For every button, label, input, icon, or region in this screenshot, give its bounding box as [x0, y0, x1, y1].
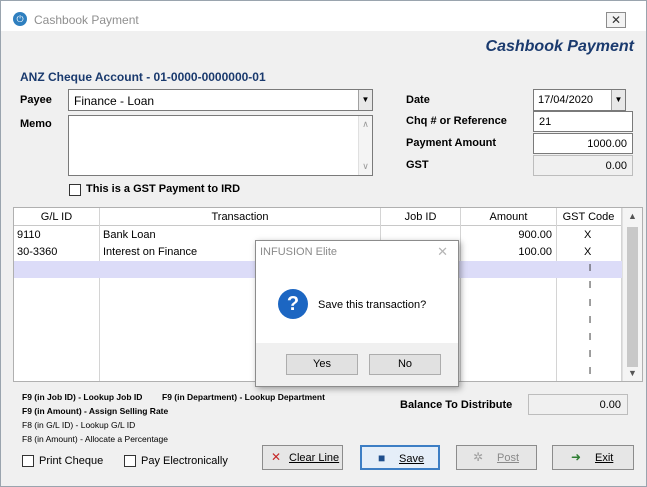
confirm-dialog: INFUSION Elite ✕ ? Save this transaction…	[255, 240, 459, 387]
no-button[interactable]: No	[369, 354, 441, 375]
gst-code-marker: I	[588, 332, 592, 343]
memo-field[interactable]: ∧ ∨	[68, 115, 373, 176]
scrollbar-thumb[interactable]	[627, 227, 638, 367]
floppy-disk-icon: ■	[378, 451, 386, 465]
memo-label: Memo	[20, 118, 52, 130]
cashbook-payment-window: ⏻ Cashbook Payment ✕ Cashbook Payment AN…	[0, 0, 647, 487]
chq-value: 21	[539, 116, 552, 128]
transaction-cell[interactable]: Interest on Finance	[103, 246, 197, 258]
yes-button[interactable]: Yes	[286, 354, 358, 375]
date-picker[interactable]: 17/04/2020 ▼	[533, 89, 626, 111]
print-cheque-label: Print Cheque	[39, 455, 104, 467]
payment-amount-field[interactable]: 1000.00	[533, 133, 633, 154]
balance-label: Balance To Distribute	[400, 399, 513, 411]
title-bar: ⏻ Cashbook Payment ✕	[1, 1, 646, 31]
amount-cell[interactable]: 100.00	[518, 246, 552, 258]
column-header-job-id[interactable]: Job ID	[381, 211, 460, 223]
payee-value: Finance - Loan	[74, 94, 155, 108]
chevron-up-icon[interactable]: ▲	[623, 211, 642, 221]
gl-id-cell[interactable]: 30-3360	[17, 246, 57, 258]
gst-payment-label: This is a GST Payment to IRD	[86, 183, 241, 195]
hint-department: F9 (in Department) - Lookup Department	[162, 392, 325, 402]
close-icon[interactable]: ✕	[437, 244, 448, 260]
gst-code-marker: I	[588, 280, 592, 291]
gst-code-marker: I	[588, 366, 592, 377]
grid-scrollbar[interactable]: ▲ ▼	[622, 208, 642, 381]
grid-header: G/L ID Transaction Job ID Amount GST Cod…	[14, 208, 622, 226]
gst-code-marker: I	[588, 263, 592, 274]
gst-code-cell[interactable]: X	[584, 246, 591, 258]
hint-amount-rate: F9 (in Amount) - Assign Selling Rate	[22, 406, 169, 416]
chevron-down-icon[interactable]: ▼	[358, 90, 372, 110]
chq-reference-field[interactable]: 21	[533, 111, 633, 132]
exit-door-icon: ➜	[571, 450, 582, 464]
balance-value: 0.00	[599, 399, 621, 411]
gst-code-cell[interactable]: X	[584, 229, 591, 241]
exit-button[interactable]: ➜ Exit	[552, 445, 634, 470]
power-icon: ⏻	[13, 12, 27, 26]
hint-amount-percentage: F8 (in Amount) - Allocate a Percentage	[22, 434, 168, 444]
exit-label: Exit	[595, 452, 614, 464]
gear-icon: ✲	[473, 450, 484, 464]
payment-amount-value: 1000.00	[587, 138, 627, 150]
gst-value: 0.00	[605, 160, 627, 172]
gst-code-marker: I	[588, 315, 592, 326]
pay-electronically-checkbox[interactable]	[124, 455, 136, 467]
dialog-message: Save this transaction?	[318, 299, 427, 311]
chevron-down-icon[interactable]: ▼	[623, 368, 642, 378]
column-header-amount[interactable]: Amount	[461, 211, 556, 223]
clear-line-label: Clear Line	[289, 452, 340, 464]
account-title: ANZ Cheque Account - 01-0000-0000000-01	[20, 70, 266, 84]
gst-payment-checkbox[interactable]	[69, 184, 81, 196]
gl-id-cell[interactable]: 9110	[17, 229, 41, 241]
hint-job-id: F9 (in Job ID) - Lookup Job ID	[22, 392, 143, 402]
question-icon: ?	[278, 289, 308, 319]
column-header-transaction[interactable]: Transaction	[100, 211, 380, 223]
hint-gl-id: F8 (in G/L ID) - Lookup G/L ID	[22, 420, 136, 430]
date-value: 17/04/2020	[538, 94, 594, 106]
transaction-cell[interactable]: Bank Loan	[103, 229, 156, 241]
payee-combo[interactable]: Finance - Loan ▼	[68, 89, 373, 111]
date-label: Date	[406, 94, 430, 106]
page-title: Cashbook Payment	[485, 38, 634, 55]
chevron-down-icon[interactable]: ▼	[611, 90, 625, 110]
save-label: Save	[399, 453, 425, 465]
save-button[interactable]: ■ Save	[360, 445, 440, 470]
gst-code-marker: I	[588, 298, 592, 309]
column-header-gl-id[interactable]: G/L ID	[14, 211, 99, 223]
balance-field: 0.00	[528, 394, 628, 415]
window-title: Cashbook Payment	[34, 13, 139, 27]
payee-label: Payee	[20, 94, 52, 106]
dialog-title: INFUSION Elite	[260, 246, 338, 258]
column-header-gst-code[interactable]: GST Code	[557, 211, 620, 223]
chq-label: Chq # or Reference	[406, 115, 507, 127]
close-button[interactable]: ✕	[606, 12, 626, 28]
gst-field: 0.00	[533, 155, 633, 176]
chevron-down-icon[interactable]: ∨	[359, 161, 372, 172]
amount-cell[interactable]: 900.00	[518, 229, 552, 241]
clear-line-button[interactable]: ✕ Clear Line	[262, 445, 343, 470]
clear-icon: ✕	[271, 450, 282, 464]
gst-label: GST	[406, 159, 429, 171]
pay-electronically-label: Pay Electronically	[141, 455, 228, 467]
print-cheque-checkbox[interactable]	[22, 455, 34, 467]
dialog-footer: Yes No	[256, 343, 458, 386]
gst-code-marker: I	[588, 349, 592, 360]
memo-scrollbar[interactable]: ∧ ∨	[358, 116, 372, 175]
post-label: Post	[497, 452, 520, 464]
payment-amount-label: Payment Amount	[406, 137, 497, 149]
chevron-up-icon[interactable]: ∧	[359, 119, 372, 130]
post-button[interactable]: ✲ Post	[456, 445, 537, 470]
